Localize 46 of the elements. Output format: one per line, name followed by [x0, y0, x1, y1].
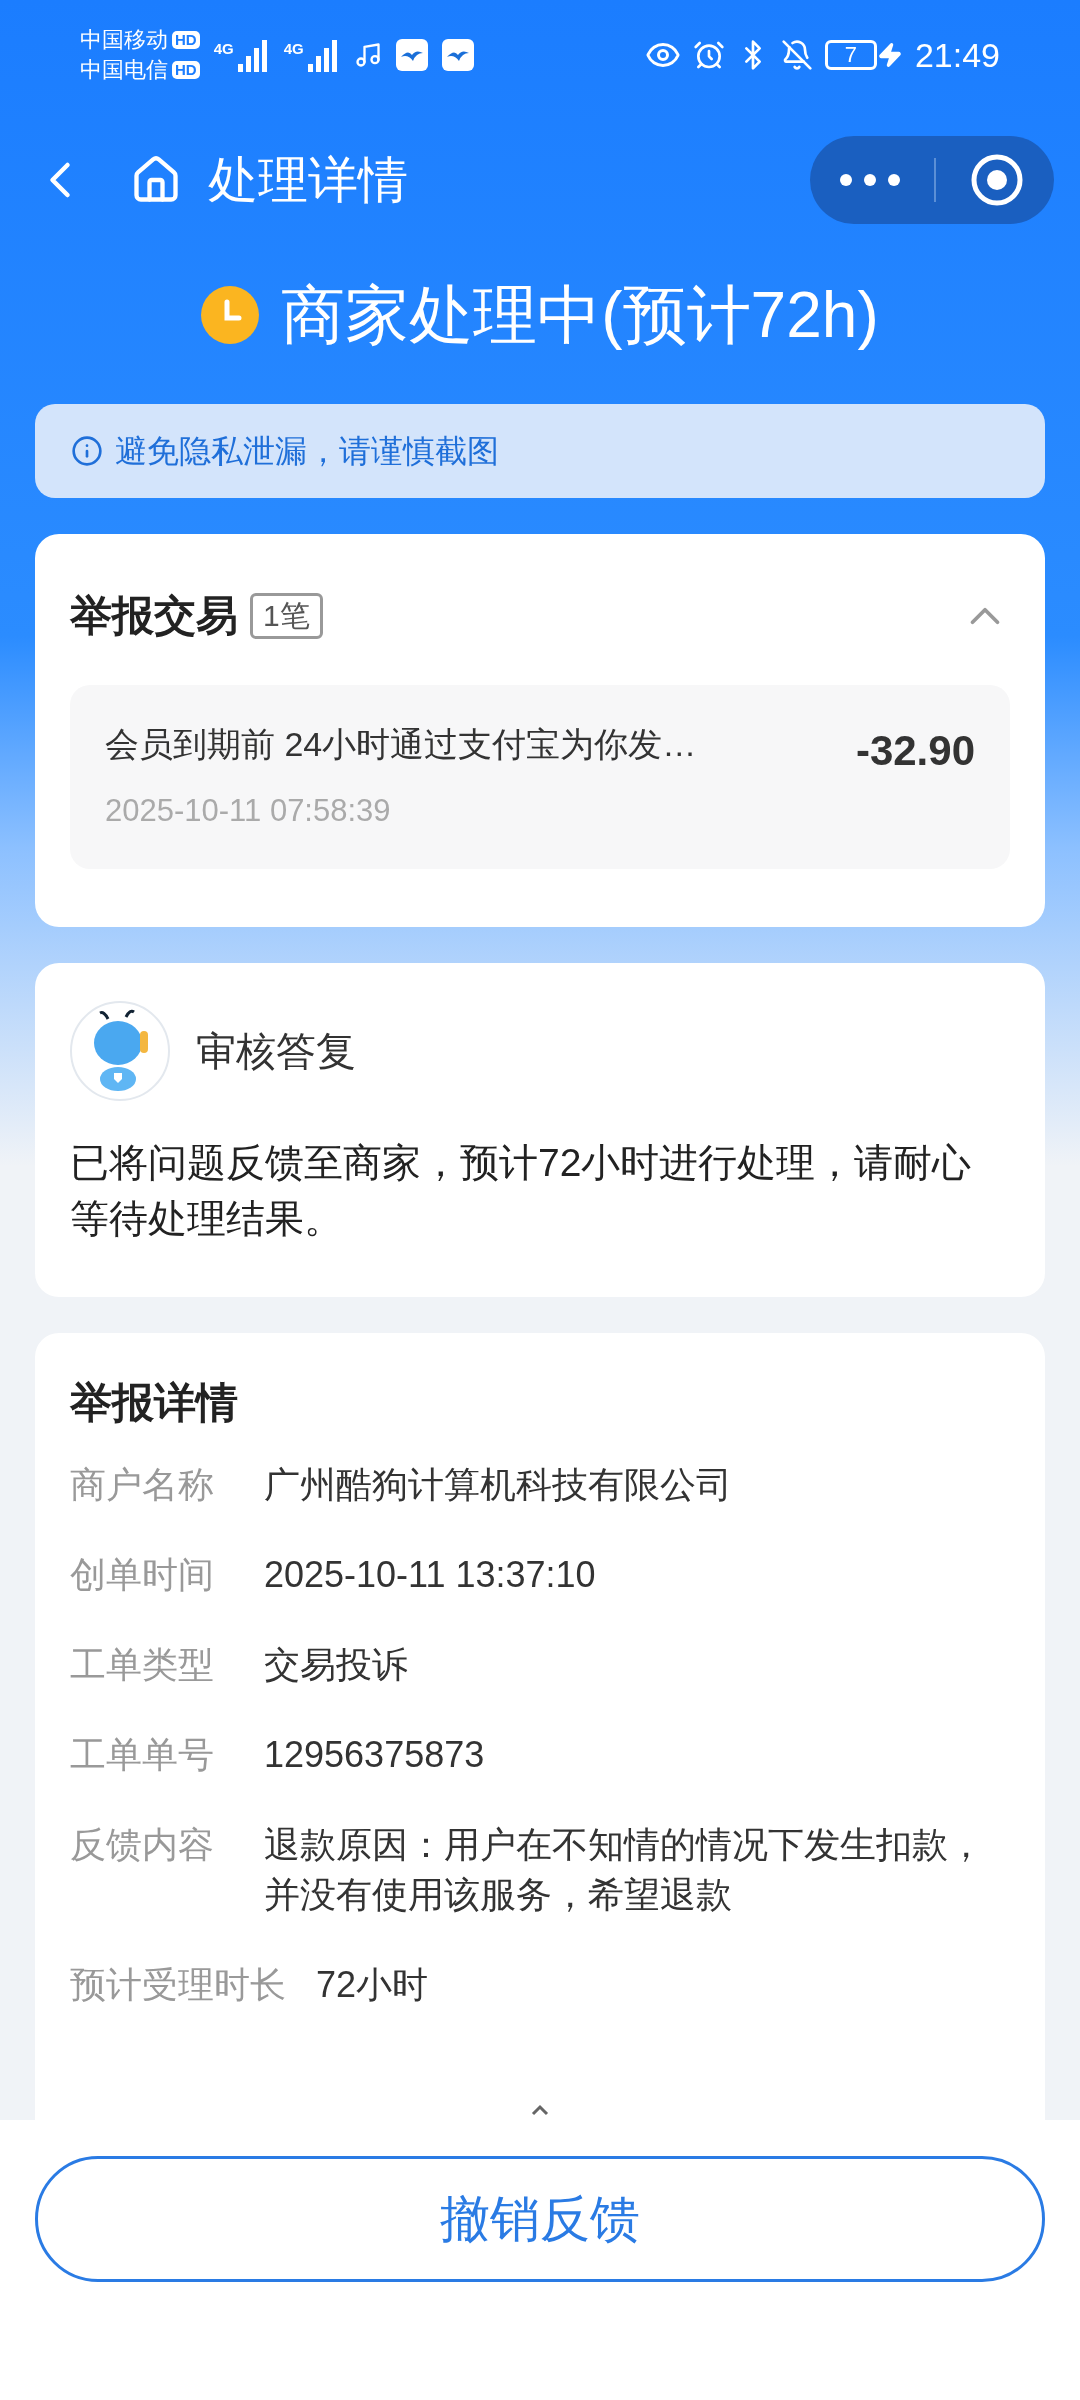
- detail-label: 反馈内容: [70, 1822, 215, 1867]
- detail-label: 工单单号: [70, 1732, 215, 1777]
- cancel-feedback-button[interactable]: 撤销反馈: [35, 2156, 1045, 2282]
- card-title: 举报交易: [70, 591, 238, 641]
- transaction-time: 2025-10-11 07:58:39: [105, 792, 392, 830]
- network-type: 4G: [283, 39, 304, 59]
- detail-value: 退款原因：用户在不知情的情况下发生扣款，并没有使用该服务，希望退款: [264, 1822, 985, 1917]
- detail-value: 12956375873: [264, 1732, 485, 1777]
- app-notification-icon: [395, 39, 428, 71]
- detail-label: 预计受理时长: [70, 1962, 286, 2007]
- bell-off-icon: [780, 39, 813, 71]
- signal-icon: [235, 38, 270, 72]
- details-title: 举报详情: [70, 1377, 239, 1428]
- charging-icon: [876, 42, 903, 68]
- count-tag: 1笔: [250, 592, 323, 639]
- info-icon: [71, 435, 103, 467]
- hd-badge: HD: [172, 31, 200, 49]
- notice-text: 避免隐私泄漏，请谨慎截图: [115, 432, 499, 471]
- review-message: 已将问题反馈至商家，预计72小时进行处理，请耐心等待处理结果。: [70, 1139, 973, 1242]
- clock-time: 21:49: [914, 34, 1000, 76]
- detail-value: 广州酷狗计算机科技有限公司: [264, 1462, 732, 1507]
- detail-value: 2025-10-11 13:37:10: [264, 1552, 596, 1597]
- clock-icon: [201, 286, 260, 344]
- network-type: 4G: [213, 39, 234, 59]
- music-icon: [353, 41, 382, 69]
- battery-indicator: 7: [824, 40, 877, 70]
- detail-label: 创单时间: [70, 1552, 215, 1597]
- alarm-icon: [692, 39, 725, 71]
- page-title: 处理详情: [208, 150, 408, 210]
- hd-badge: HD: [172, 61, 200, 79]
- signal-icon: [305, 38, 340, 72]
- status-title: 商家处理中(预计72h): [281, 278, 879, 353]
- transaction-item[interactable]: 会员到期前 24小时通过支付宝为你发… 2025-10-11 07:58:39 -32.90: [70, 685, 1010, 869]
- target-icon[interactable]: [970, 153, 1024, 207]
- transaction-description: 会员到期前 24小时通过支付宝为你发…: [105, 724, 697, 765]
- review-title: 审核答复: [196, 1027, 356, 1075]
- transaction-amount: -32.90: [855, 726, 975, 776]
- carrier-name: 中国电信: [80, 56, 168, 84]
- scroll-caret-icon: [530, 2104, 550, 2116]
- detail-value: 72小时: [316, 1962, 429, 2007]
- detail-value: 交易投诉: [264, 1642, 408, 1687]
- more-icon[interactable]: [840, 174, 900, 186]
- carrier-name: 中国移动: [80, 26, 168, 54]
- detail-label: 商户名称: [70, 1462, 215, 1507]
- detail-label: 工单类型: [70, 1642, 215, 1687]
- app-notification-icon: [441, 39, 474, 71]
